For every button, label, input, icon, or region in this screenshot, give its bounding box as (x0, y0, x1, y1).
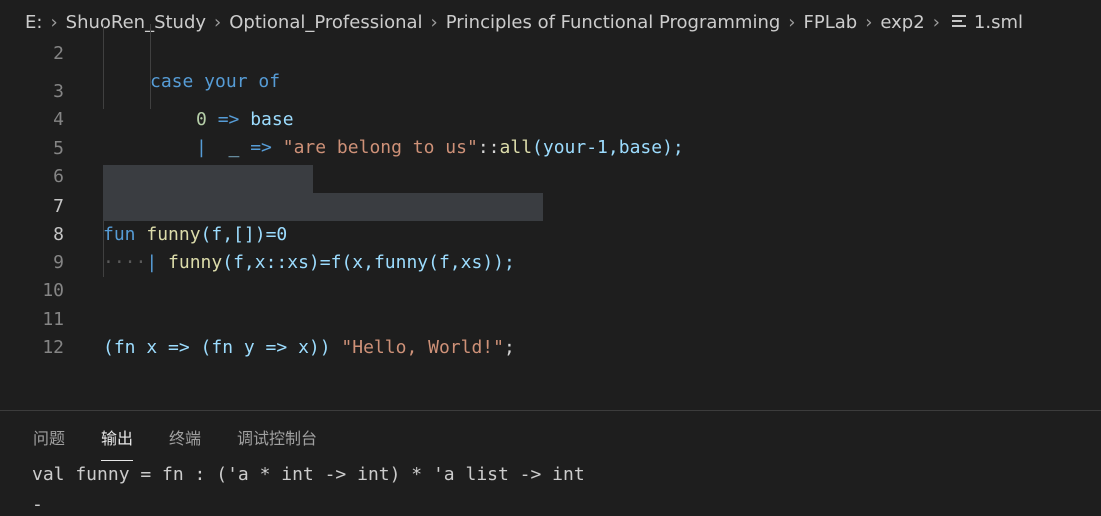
code-line-11: 11 (fn x => (fn y => x)) "Hello, World!"… (0, 278, 1101, 358)
tab-terminal[interactable]: 终端 (169, 425, 201, 461)
code-line-2: 2 case your of (0, 24, 1101, 92)
tab-debug-console[interactable]: 调试控制台 (237, 425, 317, 461)
line-number: 12 (42, 337, 64, 358)
output-line: val funny = fn : ('a * int -> int) * 'a … (32, 464, 585, 485)
code-line-5: 5 (0, 107, 1101, 159)
code-line-8: 8 ····| funny(f,x::xs)=f(x,funny(f,xs)); (0, 193, 1101, 273)
output-prompt: - (32, 494, 43, 515)
code-line-7: 7 fun funny(f,[])=0 (0, 165, 1101, 245)
code-token: (fn x => (fn y => x)) (103, 337, 331, 358)
code-line-9: 9 (0, 221, 1101, 273)
code-token: "Hello, World!" (341, 337, 504, 358)
code-line-4: 4 | _ => "are belong to us"::all(your-1,… (0, 78, 1101, 158)
code-line-10: 10 (0, 249, 1101, 301)
tab-problems[interactable]: 问题 (33, 425, 65, 461)
code-line-3: 3 0 => base (0, 50, 1101, 130)
code-line-6: 6 (0, 135, 1101, 187)
tab-output[interactable]: 输出 (101, 425, 134, 461)
code-editor[interactable]: 2 case your of 3 0 => base 4 | _ => "are… (0, 24, 1101, 410)
code-token: ; (503, 337, 515, 358)
panel-tabs: 问题 输出 终端 调试控制台 (33, 425, 353, 461)
code-line-12: 12 (0, 306, 1101, 358)
output-panel: 问题 输出 终端 调试控制台 val funny = fn : ('a * in… (0, 410, 1101, 516)
